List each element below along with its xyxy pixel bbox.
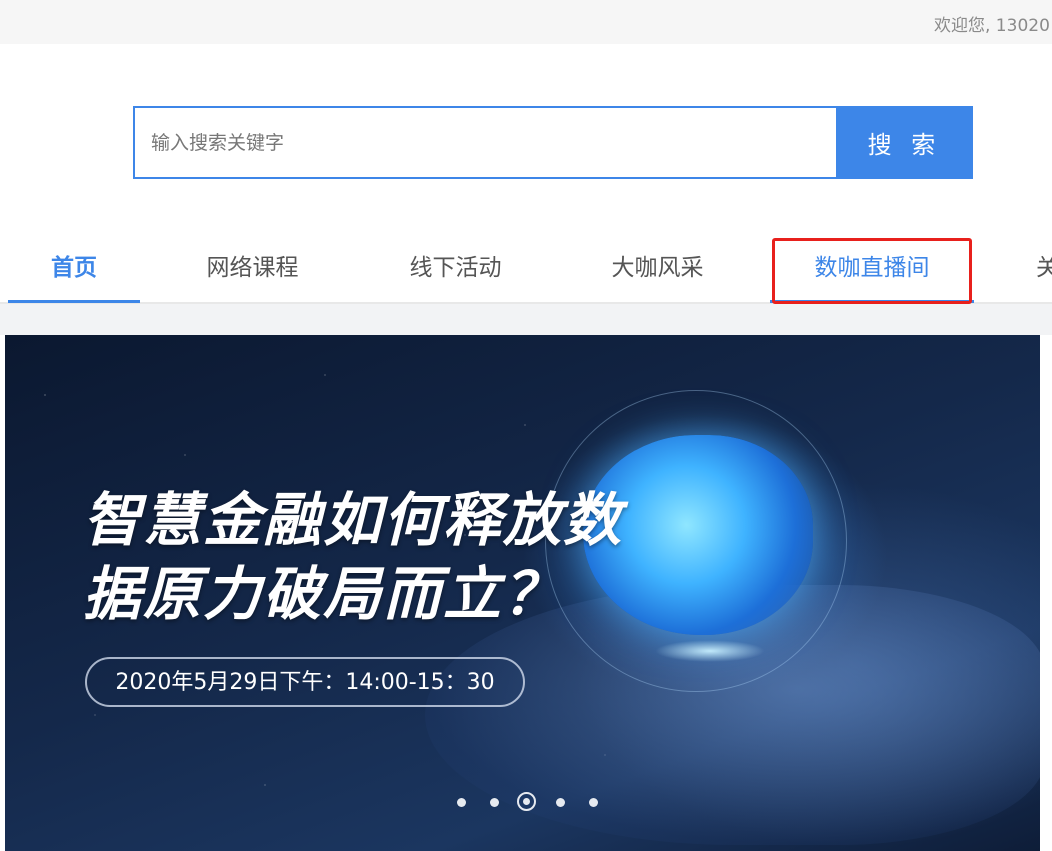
carousel-dot-3[interactable] xyxy=(517,792,536,811)
nav-item-about[interactable]: 关 xyxy=(1036,236,1052,302)
welcome-text: 欢迎您, 13020 xyxy=(934,16,1050,36)
banner-date: 2020年5月29日下午：14:00-15：30 xyxy=(85,657,525,707)
carousel-dot-4[interactable] xyxy=(556,798,565,807)
highlight-annotation-box xyxy=(772,238,972,304)
content-gap xyxy=(0,304,1052,335)
carousel-dot-1[interactable] xyxy=(457,798,466,807)
search-button[interactable]: 搜 索 xyxy=(836,106,973,179)
top-bar: 欢迎您, 13020 xyxy=(0,0,1052,44)
banner-headline: 智慧金融如何释放数 据原力破局而立？ xyxy=(83,483,623,631)
nav-item-home[interactable]: 首页 xyxy=(8,236,140,302)
carousel-dots xyxy=(445,790,605,814)
banner-glow xyxy=(655,640,765,662)
search-box: 搜 索 xyxy=(133,106,973,179)
carousel-dot-5[interactable] xyxy=(589,798,598,807)
hero-banner[interactable]: 智慧金融如何释放数 据原力破局而立？ 2020年5月29日下午：14:00-15… xyxy=(5,335,1040,851)
search-input[interactable] xyxy=(133,106,850,179)
nav-active-underline xyxy=(8,300,140,303)
nav-item-online-courses[interactable]: 网络课程 xyxy=(165,236,340,302)
banner-headline-line1: 智慧金融如何释放数 xyxy=(83,486,624,554)
nav-item-experts[interactable]: 大咖风采 xyxy=(570,236,745,302)
banner-headline-line2: 据原力破局而立？ xyxy=(83,560,564,628)
nav-item-offline-events[interactable]: 线下活动 xyxy=(368,236,543,302)
carousel-dot-2[interactable] xyxy=(490,798,499,807)
